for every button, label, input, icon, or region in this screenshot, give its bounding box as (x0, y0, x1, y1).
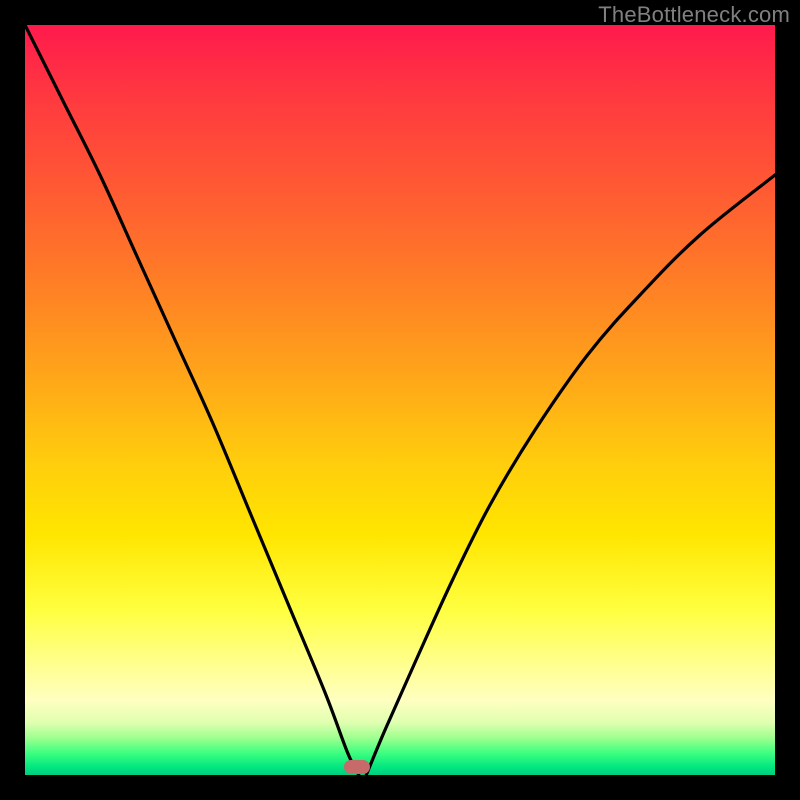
plot-area (25, 25, 775, 775)
chart-frame: TheBottleneck.com (0, 0, 800, 800)
bottleneck-curve (25, 25, 775, 775)
optimum-marker (344, 760, 370, 774)
